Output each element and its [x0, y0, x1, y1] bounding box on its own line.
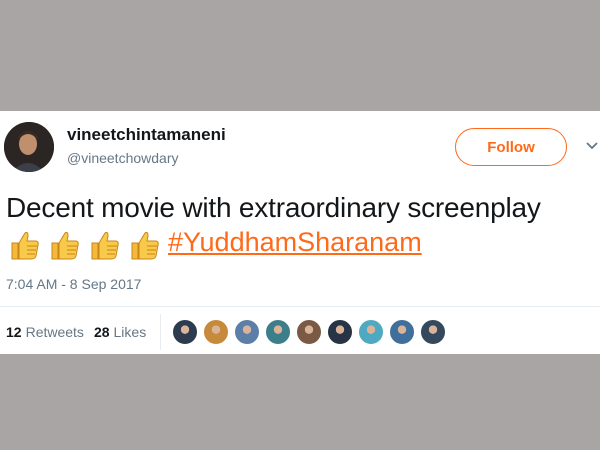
thumbs-up-icon — [131, 231, 159, 260]
thumbs-up-icon — [11, 231, 39, 260]
liker-avatar[interactable] — [420, 319, 446, 345]
tweet-stats: 12 Retweets 28 Likes — [6, 324, 156, 340]
tweet-timestamp[interactable]: 7:04 AM - 8 Sep 2017 — [6, 276, 141, 292]
user-handle[interactable]: @vineetchowdary — [67, 150, 179, 166]
liker-avatar[interactable] — [203, 319, 229, 345]
chevron-down-icon[interactable] — [586, 140, 598, 152]
retweets-stat[interactable]: 12 Retweets — [6, 324, 84, 340]
likes-count: 28 — [93, 324, 110, 340]
liker-avatar[interactable] — [296, 319, 322, 345]
retweets-count: 12 — [6, 324, 22, 340]
liker-avatars — [172, 319, 451, 345]
likes-label: Likes — [113, 324, 147, 340]
follow-button[interactable]: Follow — [455, 128, 567, 166]
likes-stat[interactable]: 28 Likes — [94, 324, 146, 340]
liker-avatar[interactable] — [265, 319, 291, 345]
liker-avatar[interactable] — [234, 319, 260, 345]
liker-avatar[interactable] — [389, 319, 415, 345]
display-name[interactable]: vineetchintamaneni — [67, 125, 226, 145]
tweet-text: Decent movie with extraordinary screenpl… — [6, 192, 541, 223]
avatar-image — [4, 122, 54, 172]
liker-avatar[interactable] — [358, 319, 384, 345]
emoji-row — [8, 225, 168, 261]
retweets-label: Retweets — [25, 324, 84, 340]
thumbs-up-icon — [51, 231, 79, 260]
divider — [0, 306, 600, 307]
liker-avatar[interactable] — [327, 319, 353, 345]
liker-avatar[interactable] — [172, 319, 198, 345]
avatar[interactable] — [4, 122, 54, 172]
hashtag-link[interactable]: #YuddhamSharanam — [168, 227, 422, 258]
stats-separator — [160, 314, 161, 350]
thumbs-up-icon — [91, 231, 119, 260]
